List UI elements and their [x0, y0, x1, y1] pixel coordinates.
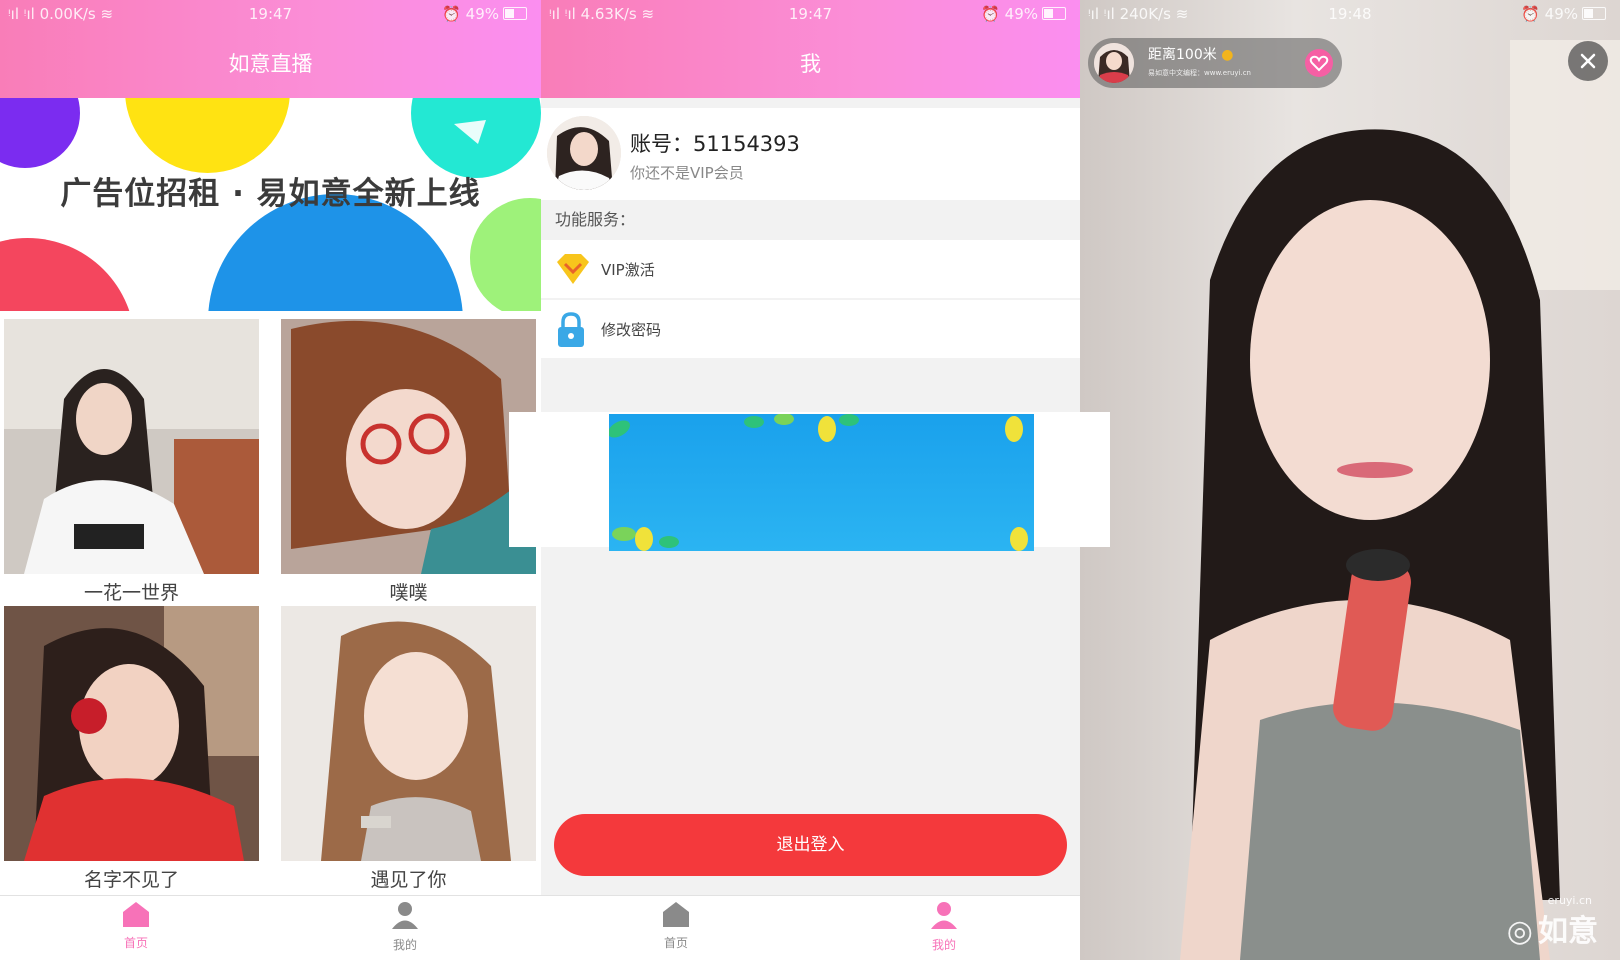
tab-label: 首页 [663, 936, 688, 950]
live-room-screen: ᵎıl ᵎıl 240K/s ≋ 19:48 ⏰ 49% 距离100米 ● 易如… [1080, 0, 1620, 960]
battery-status: ⏰ 49% [981, 5, 1066, 23]
streamer-photo [281, 606, 536, 861]
ad-banner[interactable]: 广告位招租 · 易如意全新上线 [0, 98, 541, 311]
banner-shape [0, 238, 135, 311]
live-video[interactable] [1080, 0, 1620, 960]
watermark-brand: 如意 [1538, 914, 1598, 949]
user-icon [392, 902, 418, 929]
heart-icon [1309, 55, 1329, 72]
streamer-card[interactable]: 遇见了你 [281, 606, 536, 892]
paper-plane-icon [454, 120, 486, 144]
host-info[interactable]: 距离100米 ● 易如意中文编程：www.eruyi.cn [1088, 38, 1342, 88]
menu-label: 修改密码 [601, 321, 662, 339]
close-icon [1580, 53, 1596, 69]
battery-icon [503, 7, 527, 20]
honey-pot-icon: ● [1221, 47, 1234, 63]
vip-diamond-icon [557, 254, 589, 284]
profile-card[interactable]: 账号：51154393 你还不是VIP会员 [541, 108, 1080, 200]
logout-button[interactable]: 退出登入 [554, 814, 1067, 876]
tab-label: 我的 [931, 938, 956, 952]
streamer-photo [4, 606, 259, 861]
tab-label: 首页 [123, 936, 148, 950]
banner-text: 广告位招租 · 易如意全新上线 [60, 176, 481, 212]
tab-label: 我的 [392, 938, 417, 952]
section-title: 功能服务： [555, 210, 636, 229]
tab-mine[interactable]: 我的 [345, 900, 465, 953]
menu-label: VIP激活 [601, 261, 655, 279]
streamer-card[interactable]: 一花一世界 [4, 319, 259, 605]
menu-vip-activate[interactable]: VIP激活 [541, 240, 1080, 298]
streamer-name: 一花一世界 [83, 582, 179, 604]
banner-shape [125, 98, 290, 173]
floating-ad[interactable] [509, 412, 1110, 551]
page-title: 如意直播 [228, 52, 313, 76]
battery-icon [1042, 7, 1066, 20]
follow-button[interactable] [1305, 49, 1333, 77]
watermark: eruyi.cn ◎ 如意 [1506, 894, 1598, 950]
streamer-card[interactable]: 名字不见了 [4, 606, 259, 892]
menu-change-password[interactable]: 修改密码 [541, 300, 1080, 358]
status-bar: ᵎıl ᵎıl 4.63K/s ≋ 19:47 ⏰ 49% [541, 0, 1080, 28]
streamer-photo [4, 319, 259, 574]
streamer-name: 噗噗 [389, 582, 428, 604]
home-screen: ᵎıl ᵎıl 0.00K/s ≋ 19:47 ⏰ 49% 如意直播 广告位招租… [0, 0, 541, 960]
ad-image [609, 414, 1034, 551]
app-header: ᵎıl ᵎıl 4.63K/s ≋ 19:47 ⏰ 49% 我 [541, 0, 1080, 98]
home-icon [663, 902, 689, 927]
logo-icon: ◎ [1506, 914, 1533, 949]
avatar[interactable] [547, 116, 621, 190]
host-subtitle: 易如意中文编程：www.eruyi.cn [1148, 69, 1251, 77]
lock-icon [558, 312, 584, 347]
page-title: 我 [800, 52, 821, 76]
bottom-tab-bar: 首页 我的 [541, 895, 1080, 960]
streamer-name: 遇见了你 [370, 869, 447, 891]
streamer-name: 名字不见了 [83, 869, 179, 891]
host-avatar[interactable] [1094, 43, 1134, 83]
tab-mine[interactable]: 我的 [884, 900, 1004, 953]
banner-shape [470, 198, 541, 311]
streamer-photo [281, 319, 536, 574]
streamer-card[interactable]: 噗噗 [281, 319, 536, 605]
bottom-tab-bar: 首页 我的 [0, 895, 541, 960]
battery-icon [1582, 7, 1606, 20]
host-name: 距离100米 ● [1148, 47, 1234, 63]
account-number: 账号：51154393 [630, 132, 800, 156]
status-bar: ᵎıl ᵎıl 0.00K/s ≋ 19:47 ⏰ 49% [0, 0, 541, 28]
tab-home[interactable]: 首页 [76, 900, 196, 951]
tab-home[interactable]: 首页 [616, 900, 736, 951]
status-bar: ᵎıl ᵎıl 240K/s ≋ 19:48 ⏰ 49% [1080, 0, 1620, 28]
battery-status: ⏰ 49% [1521, 5, 1606, 23]
vip-status: 你还不是VIP会员 [630, 164, 744, 182]
banner-shape [0, 98, 80, 168]
close-button[interactable] [1568, 41, 1608, 81]
app-header: ᵎıl ᵎıl 0.00K/s ≋ 19:47 ⏰ 49% 如意直播 [0, 0, 541, 98]
home-icon [123, 902, 149, 927]
battery-status: ⏰ 49% [442, 5, 527, 23]
watermark-site: eruyi.cn [1547, 894, 1592, 907]
user-icon [931, 902, 957, 929]
